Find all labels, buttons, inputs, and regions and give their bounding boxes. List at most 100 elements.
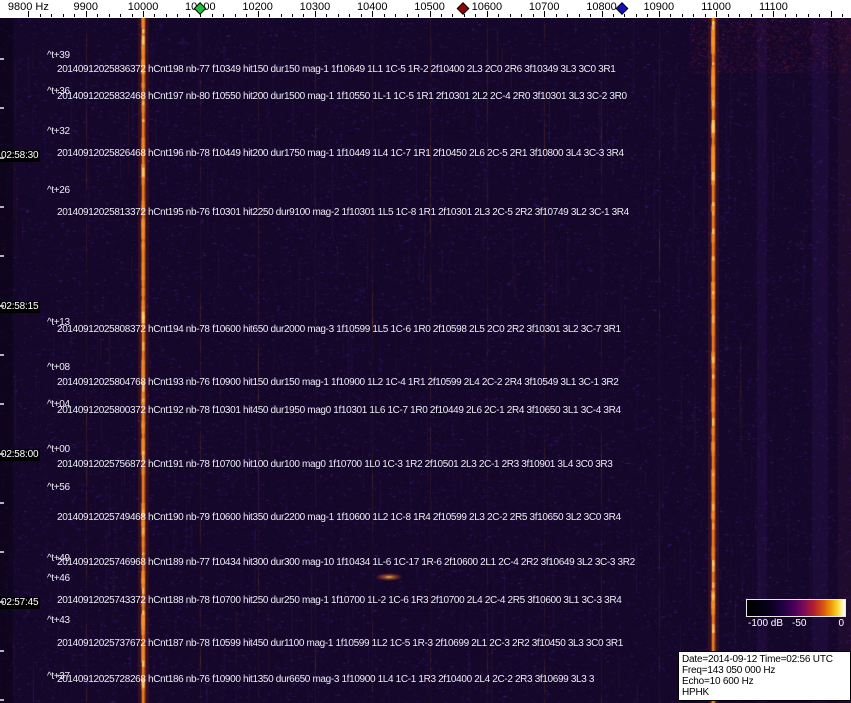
time-tick xyxy=(0,58,4,60)
ruler-tick xyxy=(269,14,271,17)
frequency-ruler: 9800 Hz990010000101001020010300104001050… xyxy=(0,0,851,18)
ruler-tick xyxy=(830,11,832,17)
time-tick xyxy=(0,156,4,159)
detection-line: 20140912025804768 hCnt193 nb-76 f10900 h… xyxy=(57,377,619,388)
ruler-tick xyxy=(257,11,259,17)
detection-tag: ^t+08 xyxy=(47,362,70,373)
overlay-layer: ^t+39 20140912025836372 hCnt198 nb-77 f10… xyxy=(0,0,851,703)
info-box: Date=2014-09-12 Time=02:56 UTC Freq=143 … xyxy=(678,651,851,701)
info-date-line: Date=2014-09-12 Time=02:56 UTC xyxy=(682,654,833,665)
db-scale-labels: -100 dB -50 0 xyxy=(746,618,846,630)
freq-marker-blue-diamond-icon[interactable] xyxy=(615,2,629,15)
ruler-tick xyxy=(395,14,397,17)
ruler-tick xyxy=(441,14,443,17)
time-tick xyxy=(0,107,4,110)
time-tick xyxy=(0,699,4,702)
ruler-tick xyxy=(62,14,64,17)
time-tick xyxy=(0,649,4,652)
ruler-tick xyxy=(796,14,798,17)
ruler-tick xyxy=(842,14,844,17)
detection-line: 20140912025756872 hCnt191 nb-78 f10700 h… xyxy=(57,459,613,470)
detection-line: 20140912025826468 hCnt196 nb-78 f10449 h… xyxy=(57,148,624,159)
time-label: 02:58:30 xyxy=(0,150,41,162)
ruler-tick xyxy=(819,14,821,17)
ruler-tick xyxy=(716,11,718,17)
detection-tag: ^t+26 xyxy=(47,185,70,196)
ruler-tick xyxy=(635,14,637,17)
detection-line: 20140912025737672 hCnt187 nb-78 f10599 h… xyxy=(57,638,623,649)
detection-tag: ^t+43 xyxy=(47,615,70,626)
ruler-tick xyxy=(360,14,362,17)
time-tick xyxy=(0,353,4,356)
meteor-echo-monitor-window: 9800 Hz990010000101001020010300104001050… xyxy=(0,0,851,703)
ruler-tick xyxy=(280,14,282,17)
time-tick xyxy=(0,600,4,603)
db-scale: -100 dB -50 0 xyxy=(746,599,846,630)
ruler-tick xyxy=(784,14,786,17)
ruler-tick xyxy=(475,14,477,17)
ruler-tick xyxy=(544,11,546,17)
ruler-tick xyxy=(85,11,87,17)
info-echo-line: Echo=10 600 Hz xyxy=(682,676,754,687)
ruler-tick xyxy=(739,14,741,17)
time-tick xyxy=(0,452,4,455)
ruler-tick xyxy=(567,14,569,17)
ruler-tick xyxy=(463,14,465,17)
ruler-tick xyxy=(303,14,305,17)
ruler-tick xyxy=(555,14,557,17)
ruler-tick xyxy=(120,14,122,17)
detection-line: 20140912025832468 hCnt197 nb-80 f10550 h… xyxy=(57,91,627,102)
ruler-tick xyxy=(486,11,488,17)
time-tick xyxy=(0,255,4,258)
detection-tag: ^t+00 xyxy=(47,444,70,455)
detection-line: 20140912025813372 hCnt195 nb-76 f10301 h… xyxy=(57,207,629,218)
info-freq-line: Freq=143 050 000 Hz xyxy=(682,665,776,676)
ruler-tick xyxy=(165,14,167,17)
ruler-tick xyxy=(406,14,408,17)
ruler-tick xyxy=(326,14,328,17)
ruler-tick xyxy=(429,11,431,17)
ruler-tick xyxy=(28,11,30,17)
ruler-tick xyxy=(211,14,213,17)
ruler-tick xyxy=(131,14,133,17)
detection-line: 20140912025808372 hCnt194 nb-78 f10600 h… xyxy=(57,324,621,335)
ruler-tick xyxy=(498,14,500,17)
ruler-tick xyxy=(601,11,603,17)
detection-tag: ^t+39 xyxy=(47,50,70,61)
ruler-tick xyxy=(452,14,454,17)
ruler-tick xyxy=(188,14,190,17)
db-gradient-bar xyxy=(746,599,846,617)
ruler-tick xyxy=(612,14,614,17)
ruler-tick xyxy=(154,14,156,17)
ruler-tick xyxy=(177,14,179,17)
time-tick xyxy=(0,501,4,504)
info-station-line: HPHK xyxy=(682,687,709,698)
ruler-tick xyxy=(292,14,294,17)
ruler-tick xyxy=(521,14,523,17)
freq-marker-red-diamond-icon[interactable] xyxy=(456,2,470,15)
ruler-tick xyxy=(246,14,248,17)
ruler-tick xyxy=(807,14,809,17)
time-tick xyxy=(0,551,4,554)
detection-tag: ^t+32 xyxy=(47,126,70,137)
detection-line: 20140912025743372 hCnt188 nb-78 f10700 h… xyxy=(57,595,622,606)
ruler-tick xyxy=(578,14,580,17)
ruler-tick xyxy=(693,14,695,17)
ruler-tick xyxy=(143,11,145,17)
db-mid-label: -50 xyxy=(792,618,807,629)
ruler-tick xyxy=(727,14,729,17)
ruler-tick xyxy=(681,14,683,17)
ruler-tick xyxy=(74,14,76,17)
ruler-tick xyxy=(773,11,775,17)
ruler-tick xyxy=(349,14,351,17)
detection-tag: ^t+46 xyxy=(47,573,70,584)
detection-line: 20140912025728268 hCnt186 nb-76 f10900 h… xyxy=(57,674,595,685)
time-tick xyxy=(0,205,4,208)
ruler-tick xyxy=(658,11,660,17)
time-label: 02:57:45 xyxy=(0,597,41,609)
ruler-tick xyxy=(108,14,110,17)
ruler-tick xyxy=(624,14,626,17)
time-tick xyxy=(0,304,4,307)
ruler-tick xyxy=(39,14,41,17)
time-label: 02:58:00 xyxy=(0,449,41,461)
